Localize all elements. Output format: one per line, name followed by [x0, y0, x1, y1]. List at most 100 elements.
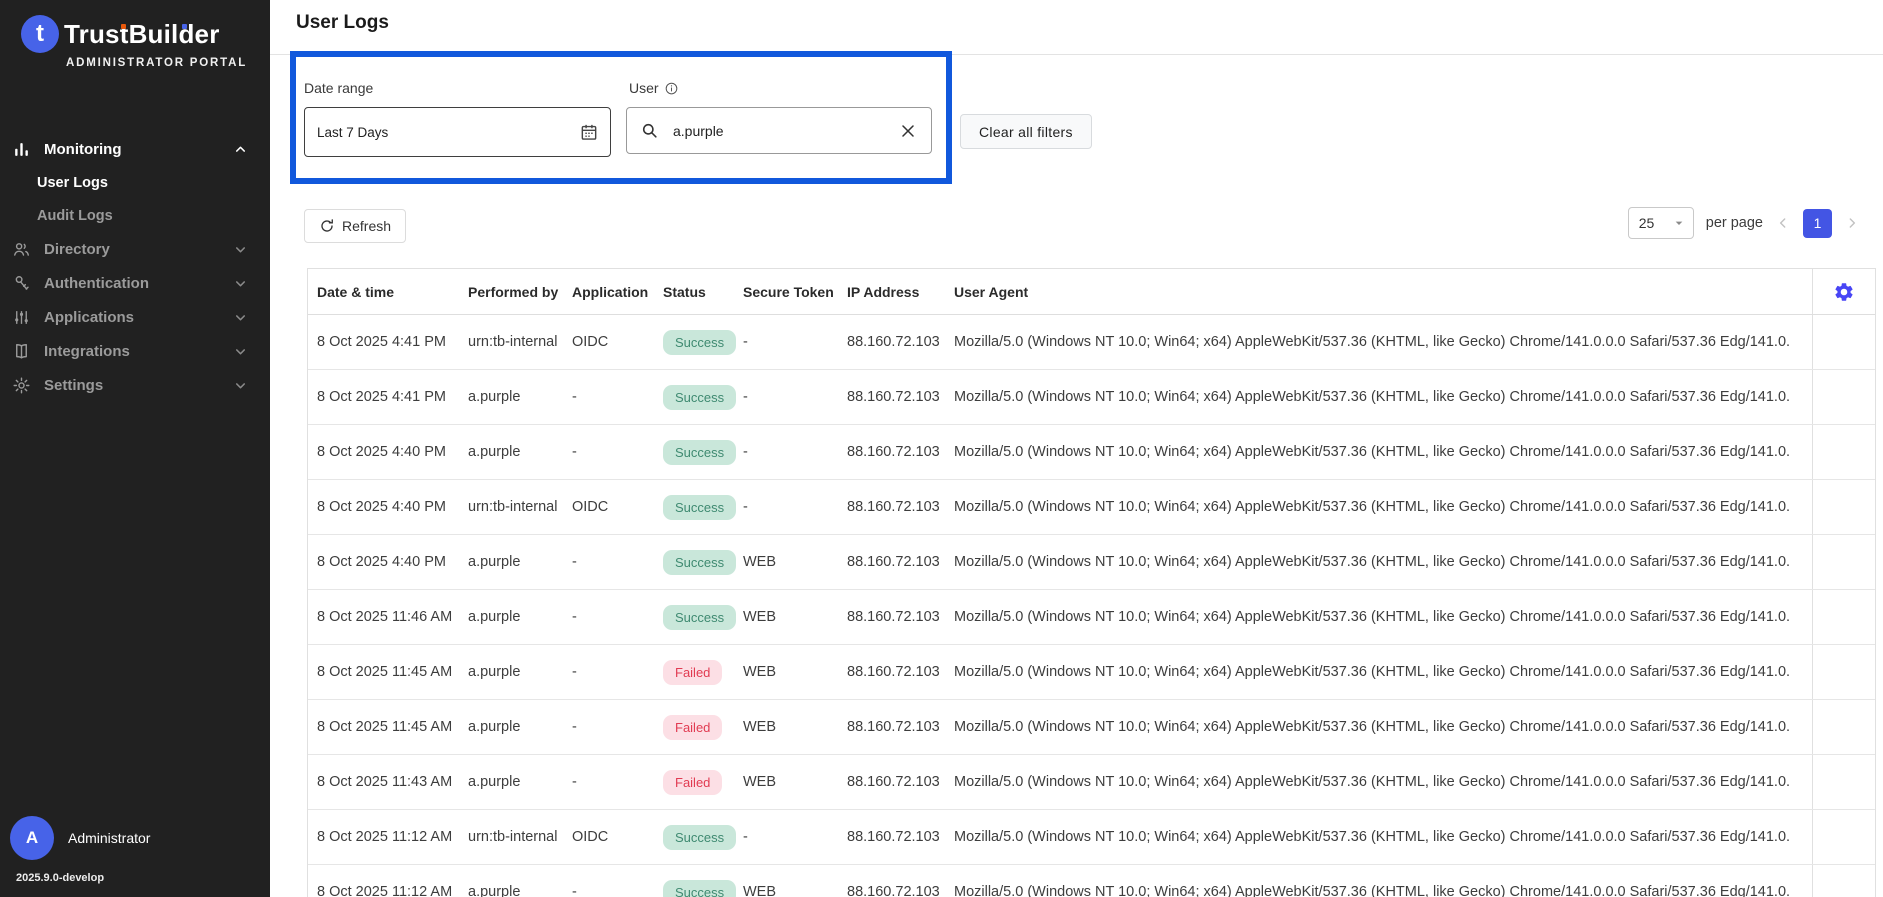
clear-user-filter-icon[interactable]: [898, 121, 918, 141]
table-row[interactable]: 8 Oct 2025 4:41 PMa.purple-Success-88.16…: [308, 370, 1875, 425]
cell-datetime: 8 Oct 2025 11:45 AM: [308, 719, 468, 735]
sidebar-item-label: Settings: [44, 377, 103, 394]
user-filter-input[interactable]: [659, 123, 898, 139]
cell-secure-token: -: [743, 829, 847, 845]
bar-chart-icon: [12, 140, 31, 159]
cell-datetime: 8 Oct 2025 4:41 PM: [308, 389, 468, 405]
brand-dot-blue: [182, 24, 187, 29]
cell-actions: [1812, 810, 1875, 864]
column-header: Secure Token: [743, 284, 847, 300]
date-range-label: Date range: [304, 80, 373, 96]
per-page-label: per page: [1706, 215, 1763, 231]
avatar[interactable]: A: [10, 816, 54, 860]
user-filter-field[interactable]: [626, 107, 932, 154]
column-header: Performed by: [468, 284, 572, 300]
brand-dot-orange: [121, 24, 126, 29]
cell-secure-token: -: [743, 334, 847, 350]
table-settings-gear-icon[interactable]: [1833, 281, 1855, 303]
date-range-input[interactable]: [305, 125, 579, 140]
column-header: Date & time: [308, 284, 468, 300]
sidebar-item-applications[interactable]: Applications: [0, 300, 270, 334]
sidebar-item-label: Audit Logs: [37, 208, 113, 224]
user-logs-table: Date & timePerformed byApplicationStatus…: [307, 268, 1876, 897]
status-badge: Success: [663, 880, 736, 897]
cell-actions: [1812, 645, 1875, 699]
chevron-up-icon: [232, 141, 248, 157]
cell-datetime: 8 Oct 2025 11:43 AM: [308, 774, 468, 790]
user-filter-label: User: [629, 80, 679, 96]
cell-application: -: [572, 554, 663, 570]
page-size-select[interactable]: 25: [1628, 207, 1694, 239]
table-settings-cell: [1812, 269, 1875, 314]
cell-ip-address: 88.160.72.103: [847, 829, 954, 845]
table-row[interactable]: 8 Oct 2025 4:41 PMurn:tb-internalOIDCSuc…: [308, 315, 1875, 370]
table-header-row: Date & timePerformed byApplicationStatus…: [308, 269, 1875, 315]
cell-performed-by: urn:tb-internal: [468, 499, 572, 515]
table-row[interactable]: 8 Oct 2025 11:12 AMa.purple-SuccessWEB88…: [308, 865, 1875, 897]
table-row[interactable]: 8 Oct 2025 11:12 AMurn:tb-internalOIDCSu…: [308, 810, 1875, 865]
cell-status: Success: [663, 605, 743, 630]
status-badge: Success: [663, 385, 736, 410]
cell-ip-address: 88.160.72.103: [847, 444, 954, 460]
cell-actions: [1812, 425, 1875, 479]
cell-ip-address: 88.160.72.103: [847, 334, 954, 350]
cell-application: -: [572, 884, 663, 897]
column-header: IP Address: [847, 284, 954, 300]
clear-all-filters-button[interactable]: Clear all filters: [960, 114, 1092, 149]
calendar-icon[interactable]: [579, 122, 599, 142]
sidebar-item-monitoring[interactable]: Monitoring: [0, 132, 270, 166]
next-page-icon[interactable]: [1844, 215, 1860, 231]
table-row[interactable]: 8 Oct 2025 11:46 AMa.purple-SuccessWEB88…: [308, 590, 1875, 645]
cell-secure-token: WEB: [743, 554, 847, 570]
cell-datetime: 8 Oct 2025 11:12 AM: [308, 829, 468, 845]
cell-application: OIDC: [572, 829, 663, 845]
date-range-field[interactable]: [304, 107, 611, 157]
chevron-down-icon: [232, 343, 248, 359]
table-row[interactable]: 8 Oct 2025 4:40 PMa.purple-Success-88.16…: [308, 425, 1875, 480]
chevron-down-icon: [232, 309, 248, 325]
cell-ip-address: 88.160.72.103: [847, 664, 954, 680]
cell-application: OIDC: [572, 334, 663, 350]
sidebar-item-directory[interactable]: Directory: [0, 232, 270, 266]
table-row[interactable]: 8 Oct 2025 4:40 PMa.purple-SuccessWEB88.…: [308, 535, 1875, 590]
user-name: Administrator: [68, 830, 150, 846]
cell-status: Success: [663, 880, 743, 897]
chevron-down-icon: [232, 241, 248, 257]
sliders-icon: [12, 308, 31, 327]
cell-application: -: [572, 444, 663, 460]
status-badge: Success: [663, 495, 736, 520]
cell-performed-by: a.purple: [468, 774, 572, 790]
cell-secure-token: -: [743, 499, 847, 515]
table-row[interactable]: 8 Oct 2025 4:40 PMurn:tb-internalOIDCSuc…: [308, 480, 1875, 535]
table-row[interactable]: 8 Oct 2025 11:43 AMa.purple-FailedWEB88.…: [308, 755, 1875, 810]
table-row[interactable]: 8 Oct 2025 11:45 AMa.purple-FailedWEB88.…: [308, 645, 1875, 700]
sidebar-item-authentication[interactable]: Authentication: [0, 266, 270, 300]
sidebar-item-audit-logs[interactable]: Audit Logs: [0, 199, 270, 232]
sidebar-user[interactable]: A Administrator: [10, 816, 150, 860]
cell-performed-by: a.purple: [468, 389, 572, 405]
cell-datetime: 8 Oct 2025 4:40 PM: [308, 499, 468, 515]
column-header: Status: [663, 284, 743, 300]
status-badge: Success: [663, 825, 736, 850]
cell-secure-token: WEB: [743, 719, 847, 735]
cell-secure-token: WEB: [743, 884, 847, 897]
sidebar-item-settings[interactable]: Settings: [0, 368, 270, 402]
info-icon: [664, 81, 679, 96]
sidebar-item-user-logs[interactable]: User Logs: [0, 166, 270, 199]
cell-performed-by: a.purple: [468, 719, 572, 735]
cell-ip-address: 88.160.72.103: [847, 884, 954, 897]
previous-page-icon[interactable]: [1775, 215, 1791, 231]
refresh-button[interactable]: Refresh: [304, 209, 406, 243]
status-badge: Failed: [663, 715, 722, 740]
cell-datetime: 8 Oct 2025 4:41 PM: [308, 334, 468, 350]
page-title: User Logs: [296, 12, 389, 34]
cell-user-agent: Mozilla/5.0 (Windows NT 10.0; Win64; x64…: [954, 554, 1812, 570]
sidebar-item-integrations[interactable]: Integrations: [0, 334, 270, 368]
sidebar-item-label: Authentication: [44, 275, 149, 292]
cell-status: Failed: [663, 770, 743, 795]
table-row[interactable]: 8 Oct 2025 11:45 AMa.purple-FailedWEB88.…: [308, 700, 1875, 755]
cell-status: Success: [663, 550, 743, 575]
current-page-button[interactable]: 1: [1803, 209, 1832, 238]
cell-actions: [1812, 865, 1875, 897]
cell-datetime: 8 Oct 2025 4:40 PM: [308, 554, 468, 570]
